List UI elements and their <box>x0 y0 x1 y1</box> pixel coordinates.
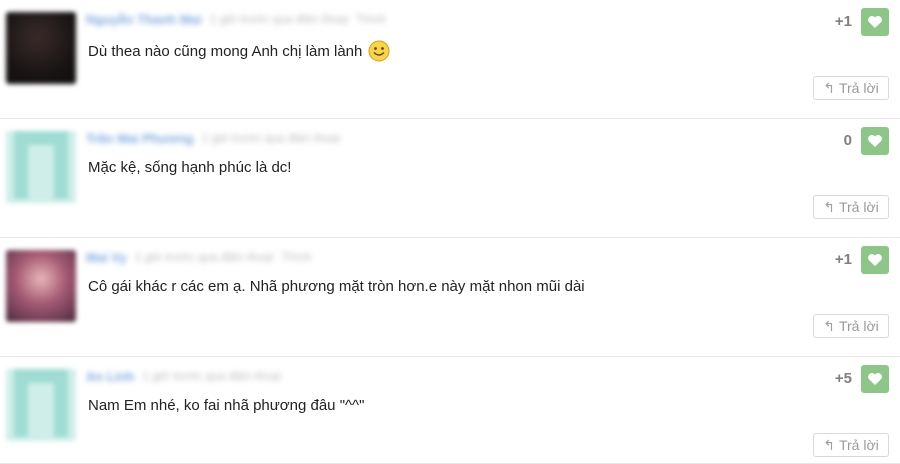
comment-meta: Mai Vy 1 giờ trước qua điện thoại Thích <box>86 248 311 266</box>
vote-score: +5 <box>834 370 852 387</box>
avatar[interactable] <box>6 12 76 84</box>
vote-score: +1 <box>834 13 852 30</box>
author-name[interactable]: Nguyễn Thanh Mai <box>86 12 202 27</box>
vote-score: +1 <box>834 251 852 268</box>
smiley-icon <box>368 40 390 62</box>
reply-arrow-icon: ↰ <box>823 79 835 96</box>
comment-body: Nam Em nhé, ko fai nhã phương đâu "^^" <box>88 397 365 414</box>
heart-icon <box>868 16 882 28</box>
comment-time: 1 giờ trước qua điện thoại <box>201 131 341 145</box>
heart-icon <box>868 135 882 147</box>
comment-text: Mặc kệ, sống hạnh phúc là dc! <box>88 159 291 176</box>
like-button[interactable] <box>861 127 889 155</box>
reply-button[interactable]: ↰ Trả lời <box>813 195 889 219</box>
comment-meta: Nguyễn Thanh Mai 1 giờ trước qua điện th… <box>86 10 386 28</box>
comment-item: Mai Vy 1 giờ trước qua điện thoại Thích … <box>0 238 900 357</box>
heart-icon <box>868 373 882 385</box>
comment-extra: Thích <box>281 250 312 264</box>
reply-button[interactable]: ↰ Trả lời <box>813 76 889 100</box>
comment-extra: Thích <box>356 12 387 26</box>
comment-body: Mặc kệ, sống hạnh phúc là dc! <box>88 159 292 176</box>
reply-label: Trả lời <box>838 80 879 96</box>
comment-meta: Trần Mai Phương 1 giờ trước qua điện tho… <box>86 129 340 147</box>
avatar[interactable] <box>6 131 76 203</box>
reply-label: Trả lời <box>838 318 879 334</box>
author-name[interactable]: An Linh <box>86 369 134 384</box>
reply-label: Trả lời <box>838 199 879 215</box>
like-button[interactable] <box>861 246 889 274</box>
heart-icon <box>868 254 882 266</box>
comment-time: 1 giờ trước qua điện thoại <box>142 369 281 383</box>
comment-meta: An Linh 1 giờ trước qua điện thoại <box>86 367 281 385</box>
avatar[interactable] <box>6 250 76 322</box>
author-name[interactable]: Mai Vy <box>86 250 127 265</box>
comment-item: Nguyễn Thanh Mai 1 giờ trước qua điện th… <box>0 0 900 119</box>
author-name[interactable]: Trần Mai Phương <box>86 131 194 146</box>
reply-arrow-icon: ↰ <box>823 317 835 334</box>
reply-button[interactable]: ↰ Trả lời <box>813 433 889 457</box>
comment-item: An Linh 1 giờ trước qua điện thoại Nam E… <box>0 357 900 464</box>
like-button[interactable] <box>861 365 889 393</box>
comment-item: Trần Mai Phương 1 giờ trước qua điện tho… <box>0 119 900 238</box>
comment-time: 1 giờ trước qua điện thoại <box>134 250 274 264</box>
reply-button[interactable]: ↰ Trả lời <box>813 314 889 338</box>
like-button[interactable] <box>861 8 889 36</box>
comment-text: Cô gái khác r các em ạ. Nhã phương mặt t… <box>88 278 585 295</box>
vote-score: 0 <box>843 132 852 149</box>
comment-text: Dù thea nào cũng mong Anh chị làm lành <box>88 40 390 62</box>
comment-time: 1 giờ trước qua điện thoại <box>209 12 349 26</box>
reply-arrow-icon: ↰ <box>823 198 835 215</box>
avatar[interactable] <box>6 369 76 441</box>
reply-label: Trả lời <box>838 437 879 453</box>
reply-arrow-icon: ↰ <box>823 436 835 453</box>
comment-text: Nam Em nhé, ko fai nhã phương đâu "^^" <box>88 397 364 414</box>
comment-body: Dù thea nào cũng mong Anh chị làm lành <box>88 42 363 60</box>
comment-body: Cô gái khác r các em ạ. Nhã phương mặt t… <box>88 278 585 295</box>
